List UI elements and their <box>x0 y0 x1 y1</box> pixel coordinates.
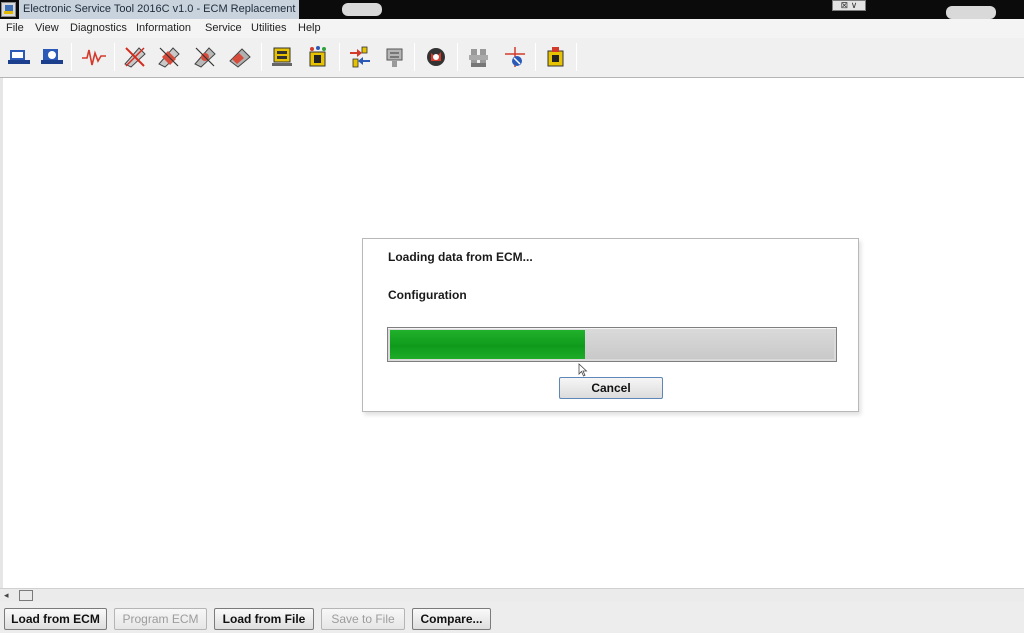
menu-view[interactable]: View <box>35 19 59 38</box>
module-icon[interactable] <box>541 42 571 72</box>
title-glare <box>342 3 382 16</box>
loading-message: Loading data from ECM... <box>388 250 533 264</box>
app-icon[interactable] <box>1 2 16 17</box>
load-from-ecm-button[interactable]: Load from ECM <box>4 608 107 630</box>
flash-icon[interactable] <box>380 42 410 72</box>
load-from-file-button[interactable]: Load from File <box>214 608 314 630</box>
calibrations-icon[interactable] <box>303 42 333 72</box>
window-controls[interactable]: ⊠ ∨ <box>832 0 866 11</box>
clear-codes-icon[interactable] <box>225 42 255 72</box>
menu-diagnostics[interactable]: Diagnostics <box>70 19 127 38</box>
program-ecm-button[interactable]: Program ECM <box>114 608 207 630</box>
toolbar-separator <box>71 43 72 71</box>
ecm-replacement-icon[interactable] <box>421 42 451 72</box>
toolbar-separator <box>261 43 262 71</box>
window-title: Electronic Service Tool 2016C v1.0 - ECM… <box>19 0 300 19</box>
menu-help[interactable]: Help <box>298 19 321 38</box>
menu-service[interactable]: Service <box>205 19 242 38</box>
menu-bar: File View Diagnostics Information Servic… <box>0 19 1024 38</box>
service-program-icon[interactable] <box>500 42 530 72</box>
title-bar: Electronic Service Tool 2016C v1.0 - ECM… <box>0 0 1024 19</box>
menu-utilities[interactable]: Utilities <box>251 19 286 38</box>
mouse-cursor-icon <box>578 363 588 377</box>
toolbar <box>0 38 1024 78</box>
settings-icon[interactable] <box>464 42 494 72</box>
cancel-button[interactable]: Cancel <box>559 377 663 399</box>
toolbar-separator <box>576 43 577 71</box>
events-icon[interactable] <box>190 42 220 72</box>
loading-stage: Configuration <box>388 288 467 302</box>
connect-icon[interactable] <box>4 42 34 72</box>
scrollbar-thumb[interactable] <box>19 590 33 601</box>
toolbar-separator <box>535 43 536 71</box>
progress-bar <box>387 327 837 362</box>
progress-fill <box>390 330 586 359</box>
compare-button[interactable]: Compare... <box>412 608 491 630</box>
active-diagnostics-icon[interactable] <box>120 42 150 72</box>
toolbar-separator <box>114 43 115 71</box>
title-glare-right <box>946 6 996 19</box>
bottom-button-bar: Load from ECM Program ECM Load from File… <box>0 602 1024 633</box>
status-waveform-icon[interactable] <box>79 42 109 72</box>
horizontal-scrollbar[interactable]: ◂ <box>0 588 1024 602</box>
loading-dialog: Loading data from ECM... Configuration C… <box>362 238 859 412</box>
data-transfer-icon[interactable] <box>345 42 375 72</box>
scroll-left-icon[interactable]: ◂ <box>4 590 9 601</box>
progress-track <box>390 330 834 359</box>
configuration-icon[interactable] <box>268 42 298 72</box>
toolbar-separator <box>457 43 458 71</box>
menu-file[interactable]: File <box>6 19 24 38</box>
toolbar-separator <box>414 43 415 71</box>
toolbar-separator <box>339 43 340 71</box>
ecm-summary-icon[interactable] <box>37 42 67 72</box>
menu-information[interactable]: Information <box>136 19 191 38</box>
save-to-file-button[interactable]: Save to File <box>321 608 405 630</box>
logged-diagnostics-icon[interactable] <box>154 42 184 72</box>
